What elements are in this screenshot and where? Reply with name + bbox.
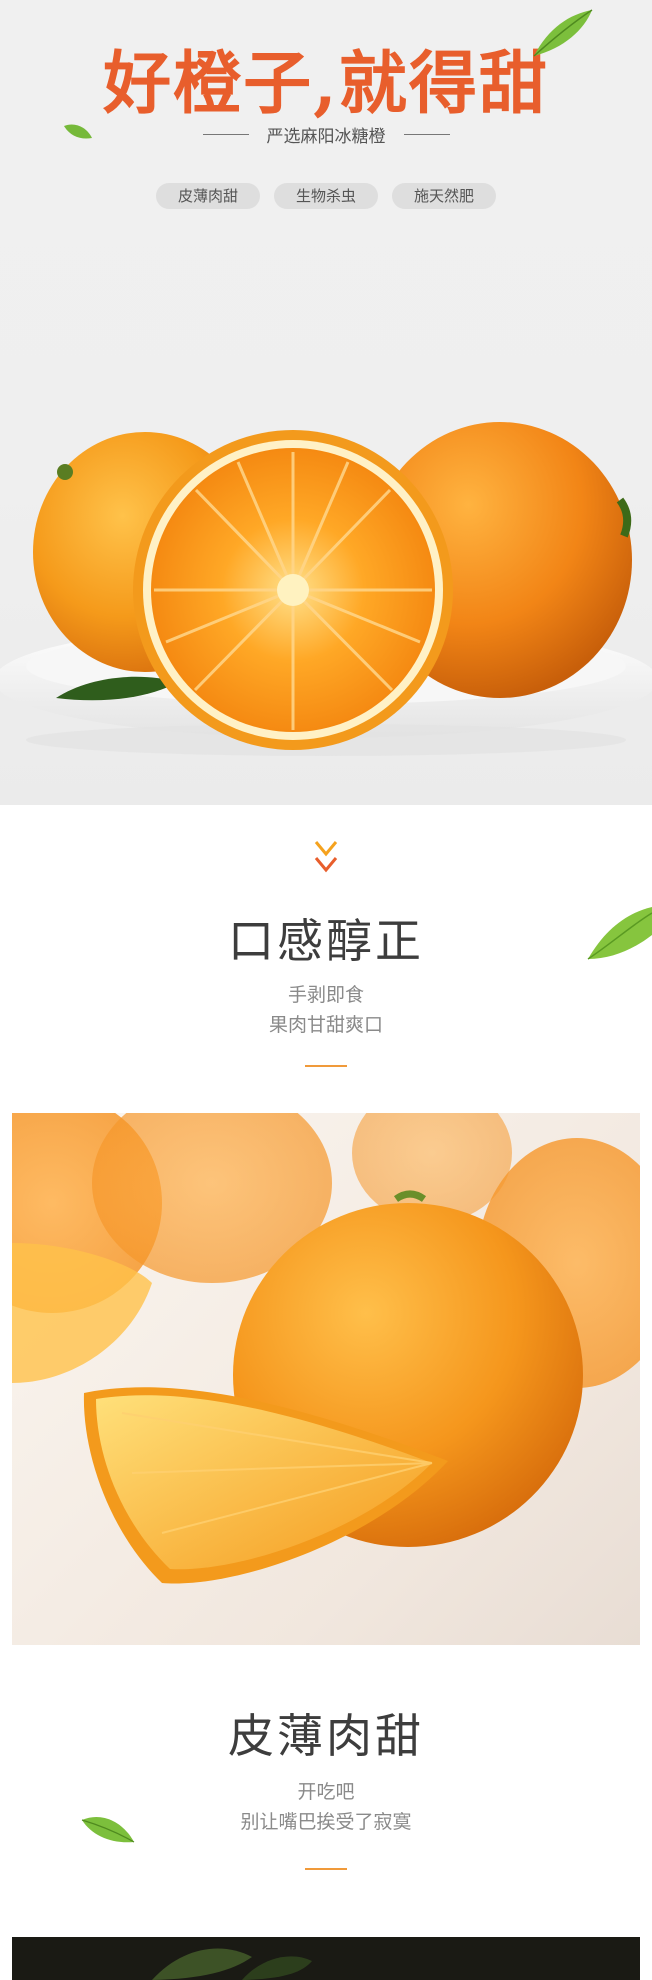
section-title: 口感醇正 bbox=[228, 914, 424, 968]
section-divider bbox=[305, 1868, 347, 1870]
leaf-icon bbox=[81, 1816, 135, 1843]
section-text: 开吃吧 bbox=[297, 1781, 355, 1803]
double-chevron-down-icon bbox=[314, 841, 338, 873]
hero-subtitle: 严选麻阳冰糖橙 bbox=[266, 126, 386, 147]
section-title: 皮薄肉甜 bbox=[228, 1709, 424, 1763]
divider bbox=[202, 133, 249, 135]
leaf-icon bbox=[533, 9, 593, 57]
divider bbox=[403, 133, 450, 135]
feature-tag: 施天然肥 bbox=[392, 183, 496, 209]
oranges-plate-image bbox=[0, 422, 652, 756]
section-text: 手剥即食 bbox=[287, 984, 364, 1006]
hero-banner: 好橙子,就得甜 严选麻阳冰糖橙 皮薄肉甜 生物杀虫 施天然肥 bbox=[0, 0, 652, 805]
feature-tags: 皮薄肉甜 生物杀虫 施天然肥 bbox=[0, 183, 652, 209]
orange-wedge-image bbox=[12, 1113, 640, 1645]
section-text: 果肉甘甜爽口 bbox=[268, 1014, 383, 1036]
next-section-image bbox=[12, 1937, 640, 1980]
feature-tag: 皮薄肉甜 bbox=[156, 183, 260, 209]
feature-tag: 生物杀虫 bbox=[274, 183, 378, 209]
section-divider bbox=[305, 1065, 347, 1067]
hero-subtitle-row: 严选麻阳冰糖橙 bbox=[0, 122, 652, 147]
